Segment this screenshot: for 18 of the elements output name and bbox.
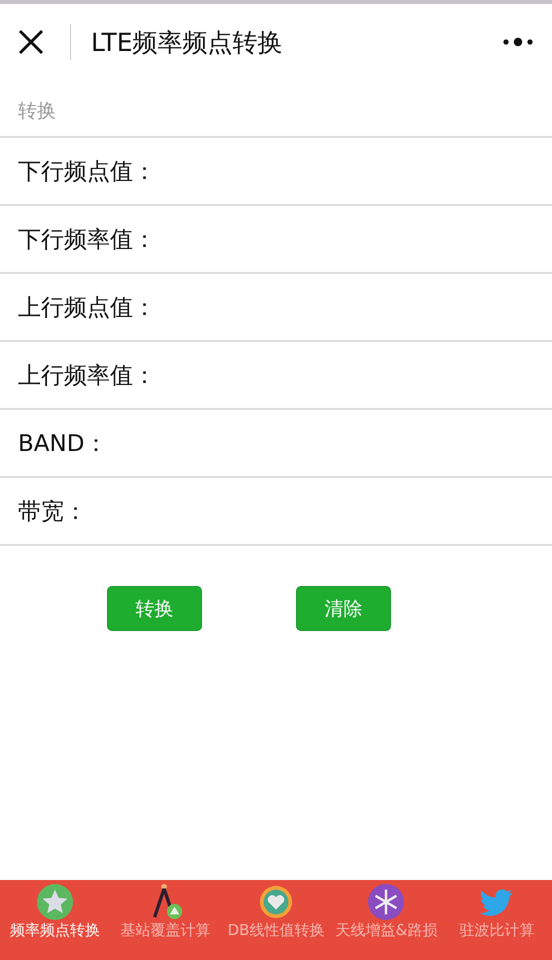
tab[interactable]: DB线性值转换 xyxy=(220,880,332,960)
input-field[interactable]: 上行频率值： xyxy=(0,342,552,410)
close-icon[interactable] xyxy=(18,29,44,55)
tab[interactable]: 频率频点转换 xyxy=(0,880,110,960)
page-title: LTE频率频点转换 xyxy=(91,26,284,58)
tab[interactable]: 基站覆盖计算 xyxy=(110,880,221,960)
more-icon[interactable] xyxy=(502,36,534,48)
input-field[interactable]: 下行频点值： xyxy=(0,138,552,206)
tab[interactable]: 驻波比计算 xyxy=(442,880,552,960)
action-button[interactable]: 转换 xyxy=(107,586,202,631)
section-title: 转换 xyxy=(0,80,552,138)
input-field[interactable]: 上行频点值： xyxy=(0,274,552,342)
input-field[interactable]: BAND： xyxy=(0,410,552,478)
tab[interactable]: 天线增益&路损 xyxy=(331,880,442,960)
snowflake-icon xyxy=(367,883,406,921)
input-field[interactable]: 下行频率值： xyxy=(0,206,552,274)
input-field[interactable]: 带宽： xyxy=(0,478,552,546)
action-button[interactable]: 清除 xyxy=(296,586,391,631)
